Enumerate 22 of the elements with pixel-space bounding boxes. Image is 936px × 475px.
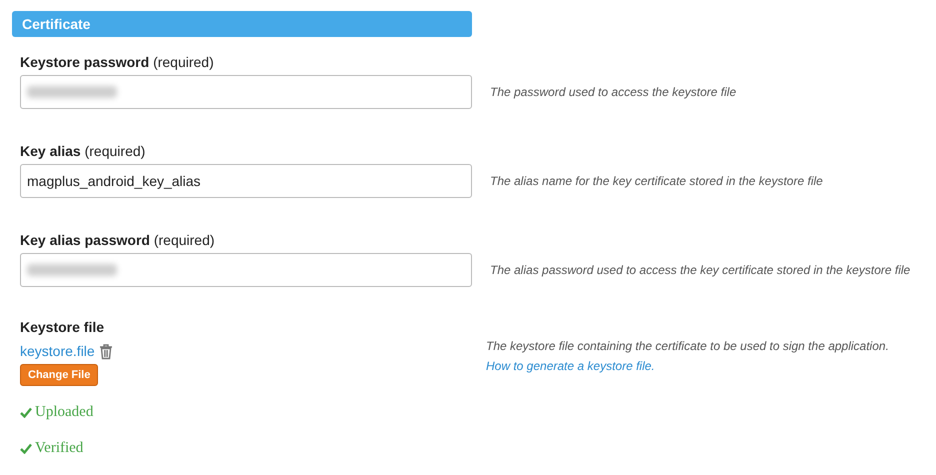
status-text: Uploaded	[35, 403, 94, 422]
help-text: The keystore file containing the certificate to be used to sign the application.	[486, 338, 889, 355]
required-note: (required)	[154, 232, 215, 248]
trash-icon[interactable]	[98, 344, 113, 360]
change-file-button[interactable]: Change File	[20, 364, 98, 386]
text-field[interactable]: magplus_android_key_alias	[20, 164, 472, 198]
field-label: Key alias password	[20, 232, 150, 248]
section-header: Certificate	[12, 11, 472, 37]
required-note: (required)	[84, 143, 146, 159]
help-text: The alias name for the key certificate stored in the keystore file	[490, 173, 823, 190]
help-link[interactable]: How to generate a keystore file.	[486, 357, 889, 375]
field-value: magplus_android_key_alias	[27, 172, 201, 191]
help-text: The password used to access the keystore file	[490, 84, 736, 101]
field-label: Keystore password	[20, 54, 150, 70]
required-note: (required)	[153, 54, 214, 70]
field-label: Key alias	[20, 143, 81, 159]
file-link[interactable]: keystore.file	[20, 341, 95, 362]
field-label: Keystore file	[20, 318, 104, 337]
text-field[interactable]	[20, 75, 472, 109]
status-text: Verified	[35, 439, 84, 458]
help-text: The alias password used to access the key certificate stored in the keystore file	[490, 262, 910, 279]
text-field[interactable]	[20, 253, 472, 287]
